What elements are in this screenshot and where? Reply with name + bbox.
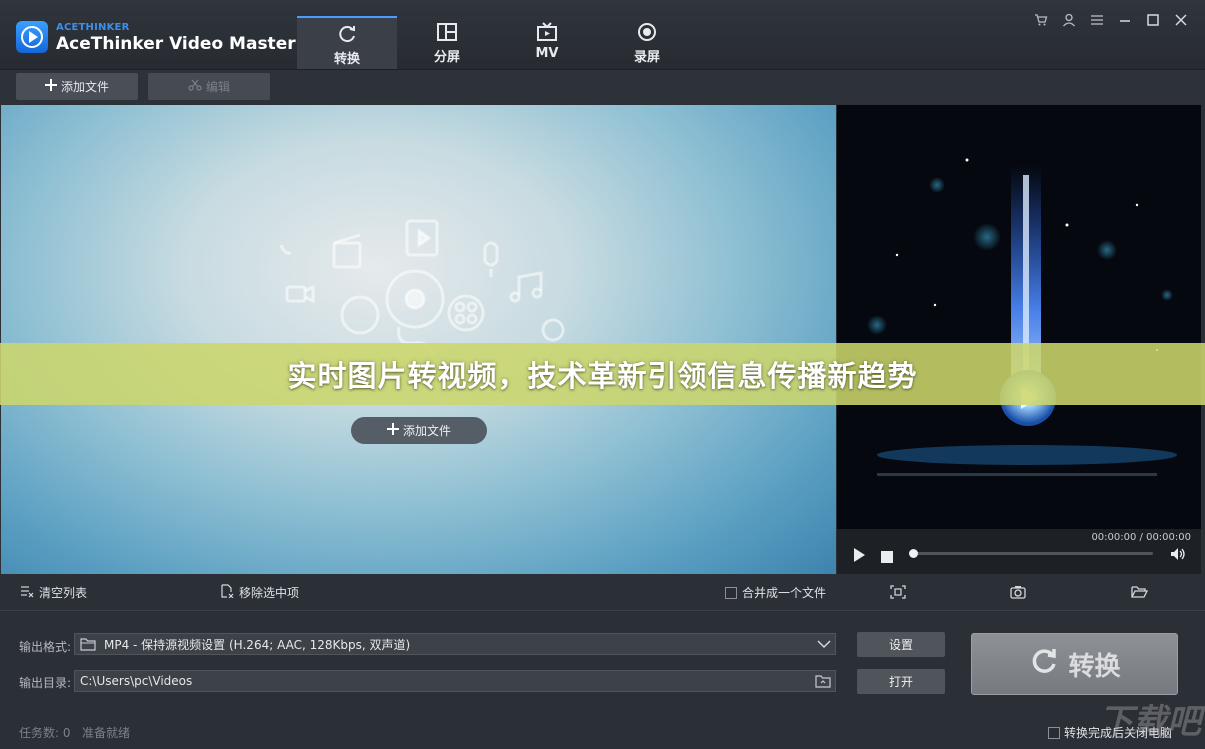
- brand-small-text: ACETHINKER: [56, 22, 130, 33]
- tab-mv[interactable]: MV: [497, 16, 597, 69]
- user-icon[interactable]: [1055, 10, 1083, 30]
- headline-text: 实时图片转视频，技术革新引领信息传播新趋势: [287, 359, 918, 393]
- progress-knob[interactable]: [909, 549, 918, 558]
- merge-files-checkbox[interactable]: 合并成一个文件: [725, 584, 826, 601]
- add-file-label: 添加文件: [60, 80, 109, 94]
- shutdown-checkbox[interactable]: [1048, 726, 1060, 739]
- snapshot-camera-icon[interactable]: [1010, 584, 1026, 603]
- remove-selected-button[interactable]: 移除选中项: [220, 584, 299, 601]
- open-directory-button[interactable]: 打开: [857, 669, 945, 694]
- tab-record[interactable]: 录屏: [597, 16, 697, 69]
- tab-mv-label: MV: [535, 46, 559, 61]
- drop-add-file-label: 添加文件: [402, 424, 451, 438]
- tab-record-label: 录屏: [633, 50, 660, 65]
- format-select[interactable]: MP4 - 保持源视频设置 (H.264; AAC, 128Kbps, 双声道): [74, 633, 836, 655]
- plus-icon: [44, 79, 57, 94]
- minimize-icon[interactable]: [1111, 10, 1139, 30]
- tab-split-screen-label: 分屏: [433, 50, 460, 65]
- timecode: 00:00:00 / 00:00:00: [1091, 532, 1191, 543]
- split-screen-icon: [397, 22, 497, 42]
- maximize-icon[interactable]: [1139, 10, 1167, 30]
- drop-add-file-button[interactable]: 添加文件: [351, 417, 487, 444]
- record-icon: [597, 22, 697, 42]
- chevron-down-icon[interactable]: [817, 638, 831, 653]
- file-drop-area[interactable]: 添加文件: [1, 105, 836, 574]
- tab-convert[interactable]: 转换: [297, 16, 397, 69]
- tv-icon: [497, 22, 597, 42]
- format-value: MP4 - 保持源视频设置 (H.264; AAC, 128Kbps, 双声道): [104, 637, 411, 652]
- edit-label: 编辑: [205, 80, 230, 94]
- app-logo-icon: [16, 21, 48, 53]
- video-preview: [837, 105, 1201, 529]
- add-file-button[interactable]: 添加文件: [16, 73, 138, 100]
- clear-list-label: 清空列表: [39, 586, 88, 600]
- plus-icon: [386, 423, 399, 438]
- output-directory-field[interactable]: C:\Users\pc\Videos: [74, 670, 836, 692]
- play-icon[interactable]: [853, 547, 865, 566]
- settings-button[interactable]: 设置: [857, 632, 945, 657]
- player-controls: 00:00:00 / 00:00:00: [837, 529, 1201, 574]
- cart-icon[interactable]: [1027, 10, 1055, 30]
- close-icon[interactable]: [1167, 10, 1195, 30]
- convert-label: 转换: [1068, 651, 1121, 682]
- toolbar: 添加文件 编辑: [0, 70, 1205, 104]
- open-folder-icon[interactable]: [1131, 584, 1149, 603]
- playback-progress-bar[interactable]: [909, 549, 1153, 558]
- list-actions-bar: 清空列表 移除选中项 合并成一个文件: [0, 575, 836, 609]
- volume-icon[interactable]: [1170, 546, 1186, 565]
- edit-button[interactable]: 编辑: [148, 73, 270, 100]
- scissors-icon: [188, 79, 202, 94]
- merge-checkbox-box[interactable]: [725, 586, 737, 599]
- menu-icon[interactable]: [1083, 10, 1111, 30]
- task-count: 任务数: 0: [19, 726, 71, 740]
- tab-convert-label: 转换: [333, 52, 360, 67]
- format-label: 输出格式:: [19, 640, 72, 654]
- remove-file-icon: [220, 584, 234, 601]
- stop-icon[interactable]: [881, 548, 893, 567]
- fullscreen-icon[interactable]: [890, 584, 906, 603]
- folder-icon: [80, 637, 96, 651]
- preview-background-image: [867, 158, 1177, 476]
- window-controls: [1027, 10, 1195, 30]
- title-bar: ACETHINKER AceThinker Video Master 转换 分屏…: [0, 0, 1205, 70]
- directory-label: 输出目录:: [19, 676, 72, 690]
- status-text: 准备就绪: [82, 726, 131, 740]
- remove-selected-label: 移除选中项: [239, 586, 300, 600]
- tab-split-screen[interactable]: 分屏: [397, 16, 497, 69]
- merge-label: 合并成一个文件: [742, 586, 827, 600]
- convert-button[interactable]: 转换: [971, 633, 1178, 695]
- output-settings-panel: 输出格式: MP4 - 保持源视频设置 (H.264; AAC, 128Kbps…: [0, 610, 1205, 749]
- headline-banner: 实时图片转视频，技术革新引领信息传播新趋势: [0, 343, 1205, 405]
- browse-folder-icon[interactable]: [815, 674, 831, 691]
- directory-value: C:\Users\pc\Videos: [80, 674, 193, 688]
- clear-list-button[interactable]: 清空列表: [20, 584, 87, 601]
- refresh-icon: [297, 24, 397, 44]
- clear-list-icon: [20, 584, 34, 601]
- app-title: AceThinker Video Master: [56, 34, 296, 54]
- refresh-icon: [1028, 645, 1060, 684]
- watermark-logo: 下载吧: [1099, 702, 1201, 742]
- media-illustration: [279, 219, 565, 356]
- preview-tools-bar: [837, 575, 1201, 609]
